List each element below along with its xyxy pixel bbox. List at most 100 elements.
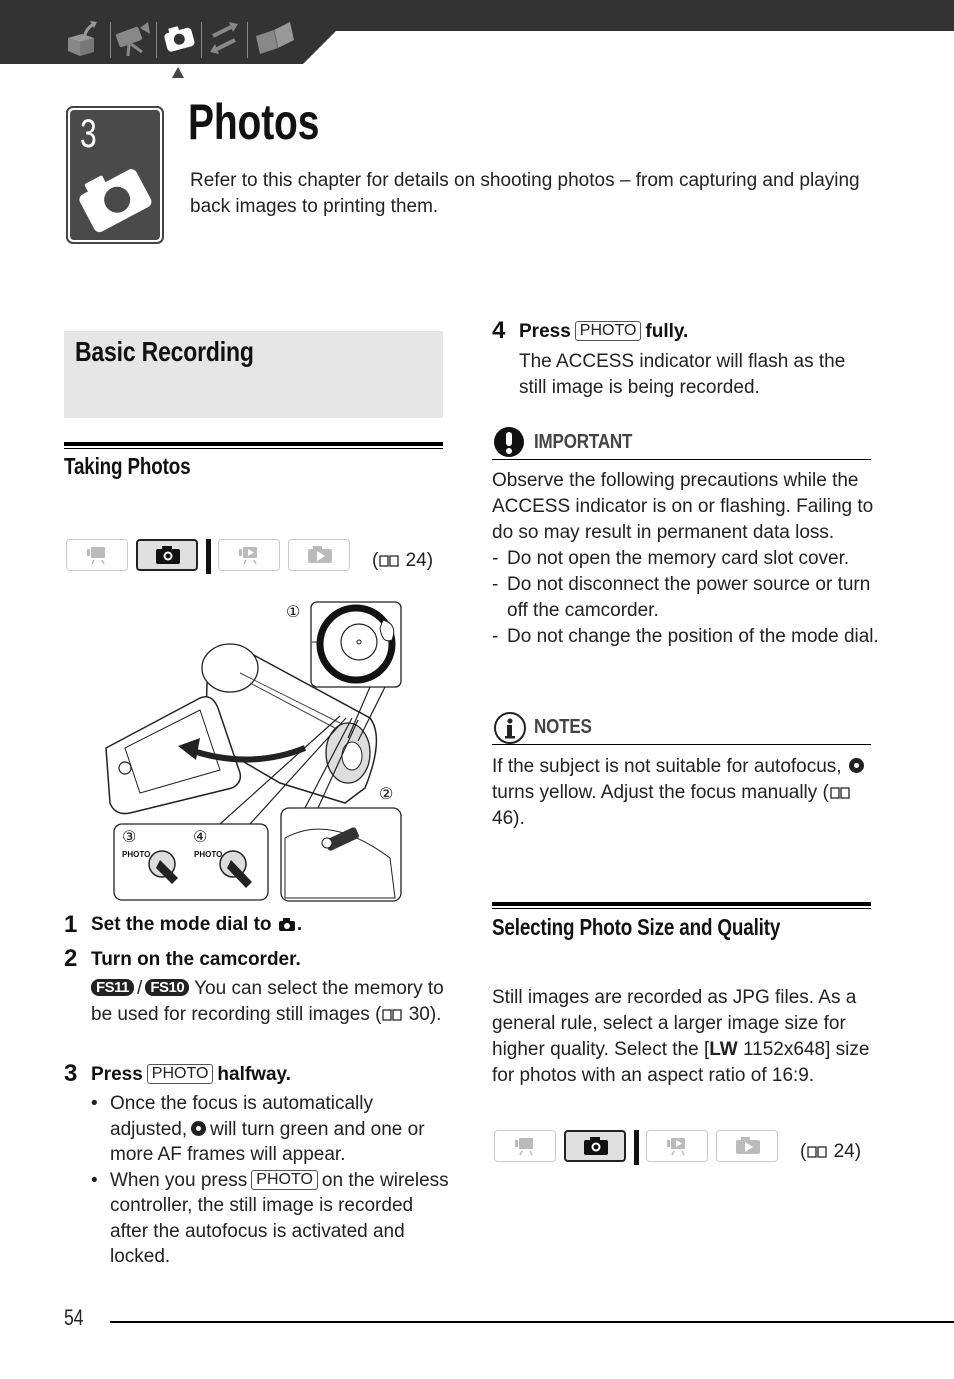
mode-movie-playback [218,539,280,571]
nav-separator [156,22,157,58]
precaution-item: Do not disconnect the power source or tu… [492,572,882,624]
ref-page-number: 24) [833,1141,862,1162]
mode-bar: ( 24) [494,1130,874,1166]
box-arrow-icon [68,21,97,56]
precaution-item: Do not open the memory card slot cover. [492,546,882,572]
step-number: 4 [492,317,506,344]
subsection-title: Selecting Photo Size and Quality [492,914,781,940]
callout-1: ① [286,604,301,621]
photo-playback-icon [308,546,332,563]
photo-button-label: PHOTO [194,850,223,859]
step-1-text: Set the mode dial to [91,914,272,935]
step-1-title: Set the mode dial to . [91,912,302,938]
important-text: Observe the following precautions while … [492,470,874,543]
mode-photo-playback [716,1130,778,1162]
step-3-bullets: Once the focus is automatically adjusted… [91,1091,451,1270]
notes-heading: NOTES [534,716,592,738]
step-4-fully: fully. [645,321,689,342]
important-heading: IMPORTANT [534,431,633,453]
important-icon [494,427,524,457]
bullet-item: Once the focus is automatically adjusted… [91,1091,451,1168]
step-2-title: Turn on the camcorder. [91,949,301,970]
step-3-title: Press PHOTO halfway. [91,1062,291,1088]
subsection-rule-thick [492,902,871,906]
subsection-title: Taking Photos [64,453,191,479]
mode-divider [634,1130,639,1165]
page-reference[interactable]: 30). [409,1004,442,1025]
mode-photo-playback [288,539,350,571]
book-ref-icon [382,1009,403,1021]
selecting-body: Still images are recorded as JPG files. … [492,985,877,1089]
ref-page-number: 24) [405,550,434,571]
mode-movie-record [66,539,128,571]
page-reference[interactable]: ( 24) [800,1140,861,1164]
subsection-rule-thin [492,908,871,909]
book-icon [256,22,294,54]
mode-photo-record [136,539,198,571]
mode-movie-record [494,1130,556,1162]
nav-video[interactable] [114,18,154,58]
nav-additional-information[interactable] [254,18,294,58]
video-playback-icon [239,547,257,565]
book-ref-icon [379,555,399,567]
notes-text: If the subject is not suitable for autof… [492,756,842,777]
step-3-press: Press [91,1064,143,1085]
page-reference[interactable]: 46). [492,808,525,829]
notes-body: If the subject is not suitable for autof… [492,754,882,832]
nav-photos[interactable] [160,18,200,58]
photo-playback-icon [736,1137,760,1154]
exchange-arrows-icon [210,22,238,54]
step-number: 3 [64,1060,78,1087]
callout-4: ④ [193,829,208,846]
video-camera-icon [515,1138,533,1156]
chapter-badge: 3 [66,106,164,244]
camcorder-diagram [105,601,402,902]
nav-separator [110,22,111,58]
chapter-intro: Refer to this chapter for details on sho… [190,170,860,217]
mode-divider [206,539,211,574]
photo-key: PHOTO [251,1169,318,1190]
notes-rule [492,744,871,745]
chapter-nav-band [0,0,954,64]
model-separator: / [137,978,143,999]
af-indicator-icon [191,1120,207,1136]
important-body: Observe the following precautions while … [492,468,882,650]
mode-bar: ( 24) [66,539,446,575]
step-4-title: Press PHOTO fully. [519,319,688,345]
step-4-press: Press [519,321,571,342]
step-1-period: . [296,914,303,935]
precaution-list: Do not open the memory card slot cover. … [492,546,882,650]
important-rule [492,459,871,460]
nav-preparation[interactable] [64,18,104,58]
info-icon [494,712,526,744]
nav-separator [201,22,202,58]
photo-button-label: PHOTO [122,850,151,859]
precaution-item: Do not change the position of the mode d… [492,624,882,650]
camera-icon [164,26,195,52]
photo-key: PHOTO [574,321,642,341]
af-indicator-icon [848,758,864,773]
subsection-rule-thick [64,442,443,446]
camera-icon [156,546,180,564]
camera-icon [584,1137,608,1155]
bullet-item: When you pressPHOTOon the wireless contr… [91,1168,451,1270]
footer-rule [110,1321,954,1323]
mode-movie-playback [646,1130,708,1162]
nav-separator [247,22,248,58]
step-number: 1 [64,911,78,938]
bullet-text: When you press [110,1169,248,1191]
callout-3: ③ [122,829,137,846]
video-camera-icon [115,22,150,57]
page-reference[interactable]: ( 24) [372,549,433,573]
step-number: 2 [64,945,78,972]
camera-mode-icon [278,918,295,931]
book-ref-icon [807,1146,827,1158]
section-title: Basic Recording [75,336,254,367]
nav-external-connections[interactable] [205,18,245,58]
chapter-number: 3 [80,112,97,156]
step-3-halfway: halfway. [217,1064,291,1085]
size-code: LW [709,1039,738,1060]
camcorder-illustration: ① ② ③ ④ PHOTO PHOTO [100,598,410,906]
book-ref-icon [830,787,850,799]
video-playback-icon [667,1138,685,1156]
